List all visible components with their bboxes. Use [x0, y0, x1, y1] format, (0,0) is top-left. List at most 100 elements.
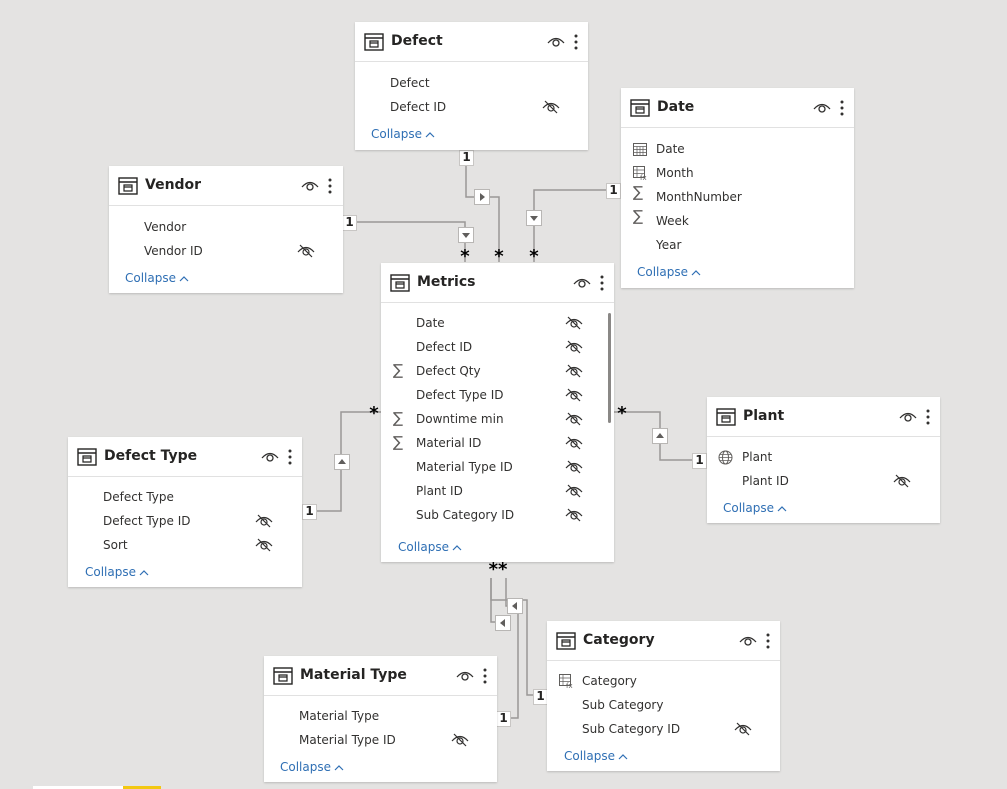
filter-direction-arrow-up[interactable]	[334, 454, 350, 470]
collapse-link[interactable]: Collapse	[637, 265, 701, 279]
card-header[interactable]: Vendor	[109, 166, 343, 206]
calendar-icon	[633, 143, 647, 156]
table-card-defect[interactable]: Defect Defect Defect ID Collapse	[355, 22, 588, 150]
field-row[interactable]: Defect Type ID	[416, 383, 504, 407]
cardinality-one-defect: 1	[459, 150, 474, 166]
filter-direction-arrow-down[interactable]	[458, 227, 474, 243]
field-row[interactable]: Defect ID	[416, 335, 472, 359]
collapse-link[interactable]: Collapse	[280, 760, 344, 774]
field-row[interactable]: Defect Qty	[416, 359, 481, 383]
collapse-link[interactable]: Collapse	[85, 565, 149, 579]
card-header[interactable]: Defect Type	[68, 437, 302, 477]
collapse-link[interactable]: Collapse	[564, 749, 628, 763]
card-header[interactable]: Category	[547, 621, 780, 661]
field-row[interactable]: MonthNumber	[656, 185, 742, 209]
field-row[interactable]: Vendor	[144, 215, 186, 239]
collapse-label: Collapse	[564, 749, 615, 763]
field-row[interactable]: Sort	[103, 533, 128, 557]
hidden-eye-icon[interactable]	[255, 538, 273, 552]
field-row[interactable]: Defect Type	[103, 485, 174, 509]
field-row[interactable]: Category	[582, 669, 637, 693]
field-row[interactable]: Defect Type ID	[103, 509, 191, 533]
field-row[interactable]: Defect ID	[390, 95, 446, 119]
more-options-icon[interactable]	[327, 176, 333, 196]
collapse-link[interactable]: Collapse	[723, 501, 787, 515]
field-row[interactable]: Material ID	[416, 431, 481, 455]
visibility-eye-icon[interactable]	[547, 35, 565, 49]
field-row[interactable]: Downtime min	[416, 407, 504, 431]
field-row[interactable]: Date	[656, 137, 685, 161]
table-icon	[118, 177, 138, 195]
more-options-icon[interactable]	[287, 447, 293, 467]
collapse-link[interactable]: Collapse	[398, 540, 462, 554]
more-options-icon[interactable]	[599, 273, 605, 293]
more-options-icon[interactable]	[925, 407, 931, 427]
field-row[interactable]: Plant ID	[416, 479, 463, 503]
table-card-plant[interactable]: Plant Plant Plant ID Collapse	[707, 397, 940, 523]
filter-direction-arrow-right[interactable]	[474, 189, 490, 205]
card-header[interactable]: Metrics	[381, 263, 614, 303]
field-row[interactable]: Date	[416, 311, 445, 335]
filter-direction-arrow-left[interactable]	[507, 598, 523, 614]
field-row[interactable]: Sub Category	[582, 693, 663, 717]
field-row[interactable]: Plant ID	[742, 469, 789, 493]
hidden-eye-icon[interactable]	[565, 508, 583, 522]
field-row[interactable]: Material Type ID	[299, 728, 396, 752]
hidden-eye-icon[interactable]	[565, 364, 583, 378]
card-header[interactable]: Material Type	[264, 656, 497, 696]
field-row[interactable]: Week	[656, 209, 689, 233]
hidden-eye-icon[interactable]	[565, 340, 583, 354]
visibility-eye-icon[interactable]	[573, 276, 591, 290]
more-options-icon[interactable]	[482, 666, 488, 686]
filter-direction-arrow-left[interactable]	[495, 615, 511, 631]
table-card-metrics[interactable]: Metrics Date Defect ID ∑ Defect Qty Defe…	[381, 263, 614, 562]
hidden-eye-icon[interactable]	[255, 514, 273, 528]
hidden-eye-icon[interactable]	[734, 722, 752, 736]
more-options-icon[interactable]	[765, 631, 771, 651]
hidden-eye-icon[interactable]	[565, 412, 583, 426]
visibility-eye-icon[interactable]	[456, 669, 474, 683]
field-row[interactable]: Sub Category ID	[582, 717, 680, 741]
more-options-icon[interactable]	[573, 32, 579, 52]
field-row[interactable]: Plant	[742, 445, 772, 469]
hidden-eye-icon[interactable]	[565, 388, 583, 402]
hidden-eye-icon[interactable]	[565, 460, 583, 474]
table-card-category[interactable]: Category fx Category Sub Category Sub Ca…	[547, 621, 780, 771]
table-card-defect-type[interactable]: Defect Type Defect Type Defect Type ID S…	[68, 437, 302, 587]
card-header[interactable]: Plant	[707, 397, 940, 437]
field-row[interactable]: Year	[656, 233, 681, 257]
field-row[interactable]: Material Type	[299, 704, 379, 728]
hidden-eye-icon[interactable]	[565, 316, 583, 330]
collapse-link[interactable]: Collapse	[371, 127, 435, 141]
chevron-up-icon	[452, 545, 462, 551]
hidden-eye-icon[interactable]	[451, 733, 469, 747]
field-row[interactable]: Month	[656, 161, 694, 185]
scrollbar[interactable]	[608, 313, 611, 423]
hidden-eye-icon[interactable]	[565, 484, 583, 498]
field-row[interactable]: Vendor ID	[144, 239, 203, 263]
hidden-eye-icon[interactable]	[542, 100, 560, 114]
field-row[interactable]: Material Type ID	[416, 455, 513, 479]
hidden-eye-icon[interactable]	[565, 436, 583, 450]
visibility-eye-icon[interactable]	[813, 101, 831, 115]
more-options-icon[interactable]	[839, 98, 845, 118]
filter-direction-arrow-up[interactable]	[652, 428, 668, 444]
field-row[interactable]: Defect	[390, 71, 430, 95]
hidden-eye-icon[interactable]	[893, 474, 911, 488]
visibility-eye-icon[interactable]	[739, 634, 757, 648]
visibility-eye-icon[interactable]	[301, 179, 319, 193]
table-title: Defect Type	[104, 448, 198, 464]
visibility-eye-icon[interactable]	[899, 410, 917, 424]
collapse-link[interactable]: Collapse	[125, 271, 189, 285]
table-card-material-type[interactable]: Material Type Material Type Material Typ…	[264, 656, 497, 782]
field-row[interactable]: Sub Category ID	[416, 503, 514, 527]
card-header[interactable]: Date	[621, 88, 854, 128]
table-card-vendor[interactable]: Vendor Vendor Vendor ID Collapse	[109, 166, 343, 293]
filter-direction-arrow-down[interactable]	[526, 210, 542, 226]
hidden-eye-icon[interactable]	[297, 244, 315, 258]
table-title: Plant	[743, 408, 785, 424]
table-card-date[interactable]: Date Date fx Month ∑ MonthNumber ∑ Week …	[621, 88, 854, 288]
table-icon	[77, 448, 97, 466]
card-header[interactable]: Defect	[355, 22, 588, 62]
visibility-eye-icon[interactable]	[261, 450, 279, 464]
